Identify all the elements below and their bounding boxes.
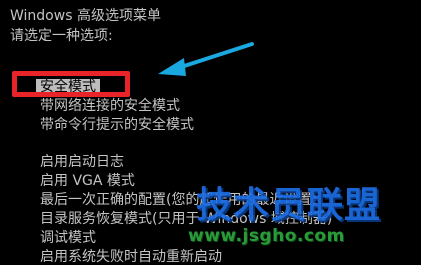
watermark-brand: 技术员联盟 — [196, 185, 382, 226]
boot-menu-screen: Windows 高级选项菜单 请选定一种选项: 安全模式 带网络连接的安全模式 … — [0, 0, 421, 265]
watermark-url: www.jsgho.com — [188, 226, 345, 246]
menu-item-auto-restart[interactable]: 启用系统失败时自动重新启动 — [40, 249, 222, 265]
